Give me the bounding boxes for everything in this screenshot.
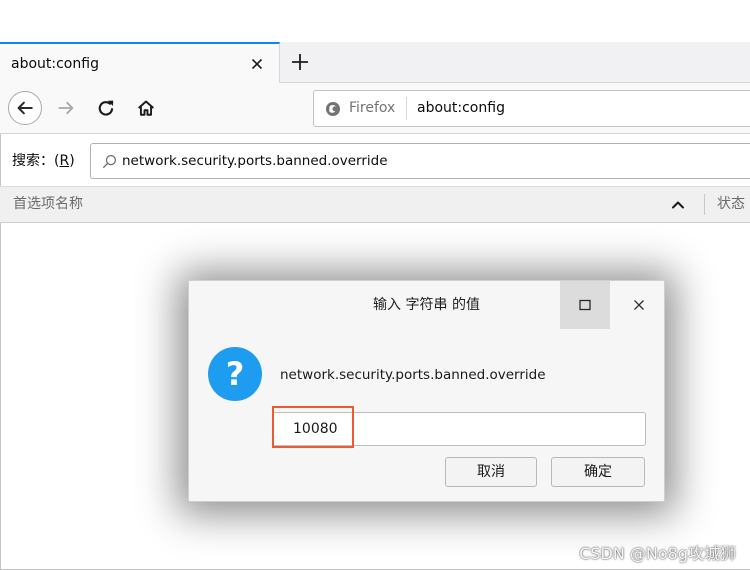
identity-label[interactable]: Firefox <box>349 91 395 126</box>
url-text[interactable]: about:config <box>417 91 505 126</box>
dialog-message: network.security.ports.banned.override <box>280 367 546 383</box>
question-icon: ? <box>208 347 262 401</box>
column-header-name[interactable]: 首选项名称 <box>13 187 83 222</box>
firefox-icon[interactable] <box>325 101 341 117</box>
back-button[interactable] <box>8 91 42 125</box>
close-icon <box>634 300 644 310</box>
cancel-button[interactable]: 取消 <box>445 457 537 487</box>
preferences-column-header: 首选项名称 状态 <box>0 186 750 223</box>
tab-about-config[interactable]: about:config <box>0 42 280 83</box>
search-label-text: 搜索： <box>12 153 54 169</box>
url-bar[interactable]: Firefox about:config <box>313 90 750 127</box>
forward-arrow-icon[interactable] <box>57 99 75 117</box>
value-input[interactable] <box>272 412 646 446</box>
accesskey-close-paren: ) <box>69 153 75 169</box>
search-input[interactable] <box>122 144 742 178</box>
plus-icon <box>292 54 308 70</box>
ok-button[interactable]: 确定 <box>551 457 645 487</box>
close-icon <box>251 58 263 69</box>
watermark: CSDN @No8g攻城狮 <box>579 544 736 563</box>
accesskey-letter: R <box>59 153 70 169</box>
search-label: 搜索：(R) <box>12 151 75 171</box>
chevron-up-icon <box>672 201 684 209</box>
url-bar-separator <box>406 97 407 120</box>
dialog-close-button[interactable] <box>614 281 664 329</box>
string-input-dialog: 输入 字符串 的值 ? network.security.ports.banne… <box>188 280 665 502</box>
question-glyph: ? <box>225 355 245 393</box>
dialog-maximize-button[interactable] <box>560 281 610 329</box>
tab-close-button[interactable] <box>245 52 269 76</box>
back-arrow-icon <box>17 101 33 115</box>
maximize-icon <box>579 299 591 311</box>
home-icon[interactable] <box>137 99 155 117</box>
column-header-status[interactable]: 状态 <box>717 187 745 222</box>
search-field[interactable] <box>90 143 750 179</box>
tab-title: about:config <box>11 55 99 72</box>
new-tab-button[interactable] <box>290 52 310 72</box>
column-divider[interactable] <box>704 194 705 215</box>
search-icon <box>103 154 117 168</box>
reload-icon[interactable] <box>97 99 115 117</box>
